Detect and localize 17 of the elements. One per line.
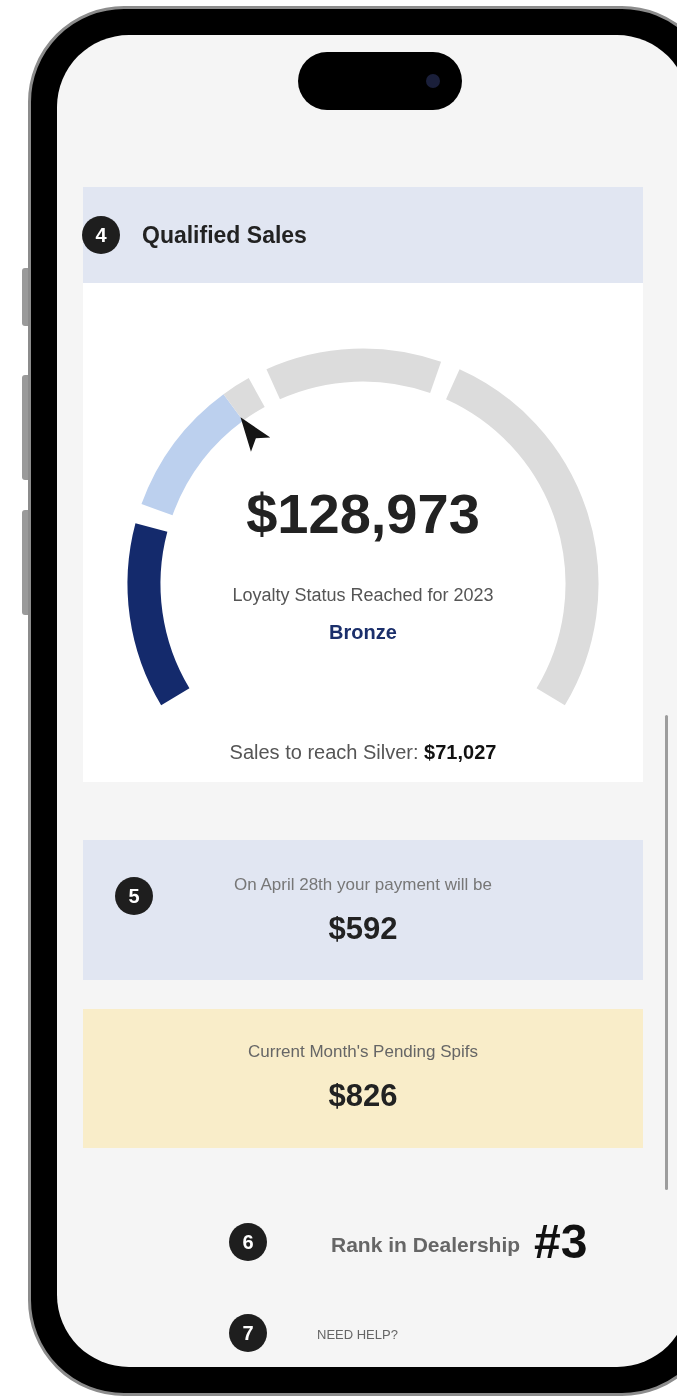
- step-number-badge: 6: [229, 1223, 267, 1261]
- section-title: Qualified Sales: [142, 220, 307, 250]
- payment-label: On April 28th your payment will be: [234, 874, 492, 896]
- camera-icon: [426, 74, 440, 88]
- loyalty-status-label: Loyalty Status Reached for 2023: [232, 584, 494, 607]
- next-tier-sales-label: Sales to reach Silver: $71,027: [229, 740, 497, 765]
- loyalty-status: Bronze: [329, 620, 397, 645]
- spifs-label: Current Month's Pending Spifs: [248, 1041, 478, 1063]
- step-number-badge: 7: [229, 1314, 267, 1352]
- step-number-badge: 5: [115, 877, 153, 915]
- rank-value: #3: [534, 1218, 588, 1266]
- step-number-badge: 4: [82, 216, 120, 254]
- rank-label: Rank in Dealership: [331, 1232, 521, 1259]
- spifs-amount: $826: [328, 1076, 398, 1115]
- payment-amount: $592: [328, 909, 398, 948]
- need-help-link[interactable]: NEED HELP?: [317, 1325, 398, 1345]
- sales-amount: $128,973: [246, 486, 480, 542]
